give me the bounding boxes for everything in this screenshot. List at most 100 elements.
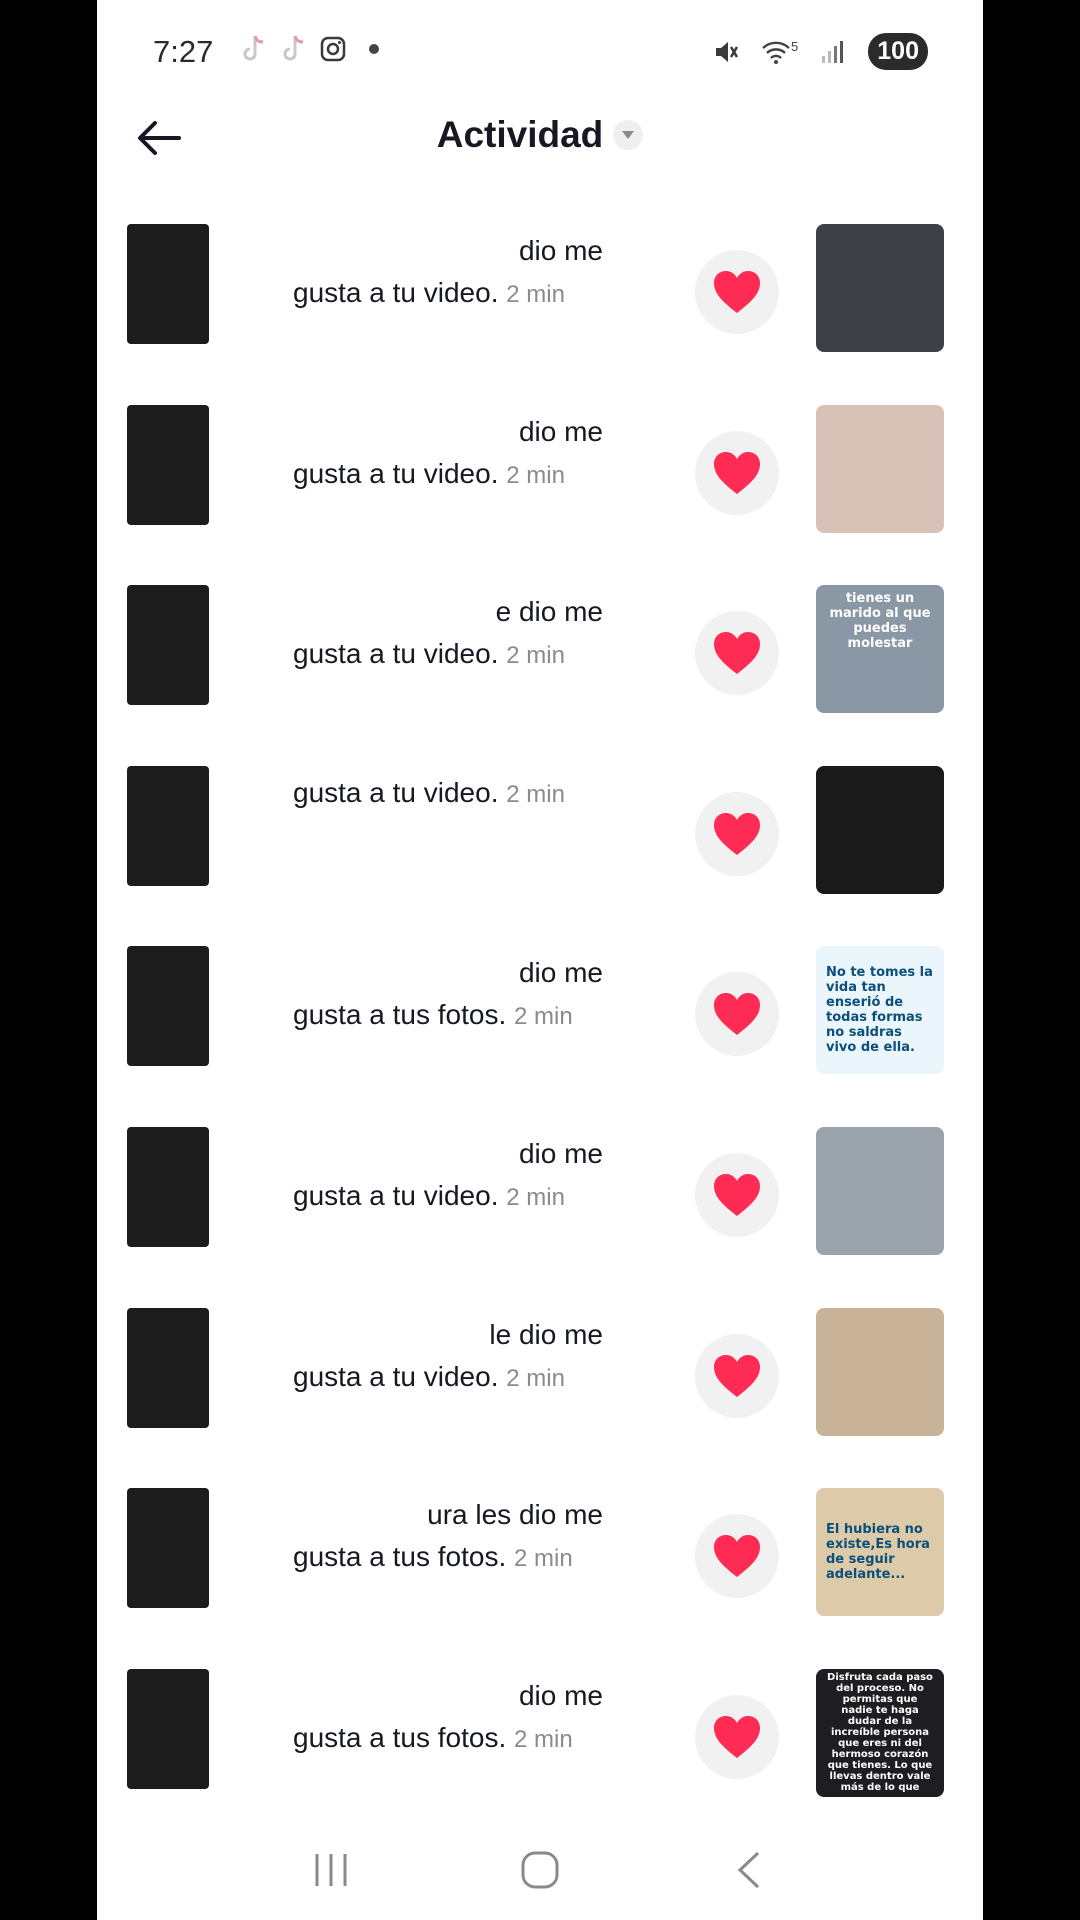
recents-button[interactable] — [301, 1840, 361, 1900]
activity-time: 2 min — [514, 1003, 573, 1031]
video-thumbnail[interactable] — [816, 765, 944, 894]
nav-back-button[interactable] — [719, 1840, 779, 1900]
like-button[interactable] — [695, 1694, 779, 1779]
activity-line2: gusta a tu video. — [293, 1360, 507, 1392]
like-button[interactable] — [695, 250, 779, 334]
nav-back-icon — [737, 1851, 759, 1889]
like-button[interactable] — [695, 611, 779, 696]
caret-down-icon[interactable] — [613, 120, 644, 150]
screen: 7:27 5 100 Actividad dio me gusta a tu v… — [97, 0, 983, 1920]
avatar[interactable] — [127, 946, 209, 1067]
activity-text: dio me gusta a tus fotos. 2 min — [293, 1675, 633, 1761]
activity-time: 2 min — [506, 1364, 565, 1392]
avatar[interactable] — [127, 585, 209, 706]
activity-text: dio me gusta a tu video. 2 min — [293, 1133, 633, 1219]
activity-time: 2 min — [514, 1725, 573, 1753]
like-button[interactable] — [695, 430, 779, 515]
video-thumbnail[interactable]: No te tomes la vida tan enserió de todas… — [816, 946, 944, 1075]
status-left-icons — [239, 33, 379, 65]
heart-icon — [714, 993, 760, 1036]
avatar[interactable] — [127, 1307, 209, 1428]
avatar[interactable] — [127, 1126, 209, 1247]
activity-time: 2 min — [506, 1183, 565, 1211]
activity-row[interactable]: le dio me gusta a tu video. 2 min — [97, 1294, 983, 1475]
activity-line2: gusta a tus fotos. — [293, 1721, 515, 1753]
activity-row[interactable]: dio me gusta a tu video. 2 min — [97, 391, 983, 572]
activity-row[interactable]: dio me gusta a tus fotos. 2 min Disfruta… — [97, 1655, 983, 1836]
avatar[interactable] — [127, 1488, 209, 1609]
activity-line1: le dio me — [489, 1318, 603, 1350]
title-selector[interactable]: Actividad — [97, 114, 983, 156]
activity-row[interactable]: ura les dio me gusta a tus fotos. 2 min … — [97, 1474, 983, 1655]
avatar[interactable] — [127, 404, 209, 525]
mute-icon — [716, 41, 739, 62]
thumbnail-caption: Disfruta cada paso del proceso. No permi… — [827, 1672, 933, 1794]
avatar[interactable] — [127, 224, 209, 344]
status-bar: 7:27 5 100 — [97, 0, 983, 100]
video-thumbnail[interactable]: Disfruta cada paso del proceso. No permi… — [816, 1668, 944, 1797]
activity-time: 2 min — [506, 461, 565, 489]
activity-line1: dio me — [518, 957, 603, 989]
video-thumbnail[interactable] — [816, 404, 944, 533]
signal-icon — [822, 40, 844, 63]
activity-line2: gusta a tu video. — [293, 776, 507, 808]
activity-text: dio me gusta a tu video. 2 min — [293, 230, 633, 316]
thumbnail-caption: El hubiera no existe,Es hora de seguir a… — [826, 1522, 930, 1583]
heart-icon — [714, 451, 760, 494]
tiktok-icon — [283, 35, 304, 61]
wifi-label: 5 — [791, 38, 799, 54]
like-button[interactable] — [695, 791, 779, 876]
like-button[interactable] — [695, 972, 779, 1057]
heart-icon — [714, 1173, 760, 1216]
activity-line1: ura les dio me — [427, 1499, 603, 1531]
thumbnail-caption — [870, 824, 890, 836]
instagram-icon — [320, 36, 346, 62]
battery-badge: 100 — [868, 33, 928, 70]
tiktok-icon — [243, 35, 264, 61]
activity-text: gusta a tu video. 2 min — [293, 772, 633, 816]
activity-time: 2 min — [506, 642, 565, 670]
activity-text: e dio me gusta a tu video. 2 min — [293, 591, 633, 677]
activity-line1: dio me — [518, 1137, 603, 1169]
heart-icon — [714, 271, 760, 313]
video-thumbnail[interactable] — [816, 1126, 944, 1255]
activity-list: dio me gusta a tu video. 2 min dio me gu… — [97, 210, 983, 1835]
activity-line2: gusta a tu video. — [293, 277, 507, 308]
heart-icon — [714, 1535, 760, 1578]
activity-row[interactable]: dio me gusta a tu video. 2 min — [97, 210, 983, 391]
activity-row[interactable]: dio me gusta a tu video. 2 min — [97, 1113, 983, 1294]
video-thumbnail[interactable] — [816, 224, 944, 352]
activity-text: dio me gusta a tus fotos. 2 min — [293, 952, 633, 1038]
wifi-icon — [762, 41, 790, 64]
heart-icon — [714, 1354, 760, 1397]
thumbnail-caption — [870, 463, 890, 475]
thumbnail-caption — [870, 1185, 890, 1197]
recents-icon — [315, 1854, 347, 1886]
activity-time: 2 min — [506, 780, 565, 808]
heart-icon — [714, 632, 760, 675]
like-button[interactable] — [695, 1514, 779, 1599]
activity-row[interactable]: e dio me gusta a tu video. 2 min tienes … — [97, 571, 983, 752]
activity-row[interactable]: gusta a tu video. 2 min — [97, 752, 983, 933]
activity-time: 2 min — [506, 281, 565, 308]
heart-icon — [714, 1715, 760, 1758]
activity-row[interactable]: dio me gusta a tus fotos. 2 min No te to… — [97, 932, 983, 1113]
heart-icon — [714, 812, 760, 855]
video-thumbnail[interactable] — [816, 1307, 944, 1436]
like-button[interactable] — [695, 1333, 779, 1418]
like-button[interactable] — [695, 1152, 779, 1237]
status-right: 5 100 — [713, 33, 928, 70]
avatar[interactable] — [127, 765, 209, 886]
avatar[interactable] — [127, 1668, 209, 1789]
activity-time: 2 min — [514, 1545, 573, 1573]
activity-text: ura les dio me gusta a tus fotos. 2 min — [293, 1494, 633, 1580]
activity-line2: gusta a tus fotos. — [293, 1541, 515, 1573]
thumbnail-caption: tienes un marido al que puedes molestar — [829, 591, 931, 652]
home-button[interactable] — [510, 1840, 570, 1900]
header: Actividad — [97, 100, 983, 180]
activity-line1: e dio me — [495, 596, 603, 628]
activity-line2: gusta a tu video. — [293, 457, 507, 489]
activity-line1: dio me — [518, 1679, 603, 1711]
video-thumbnail[interactable]: El hubiera no existe,Es hora de seguir a… — [816, 1488, 944, 1617]
video-thumbnail[interactable]: tienes un marido al que puedes molestar — [816, 585, 944, 714]
